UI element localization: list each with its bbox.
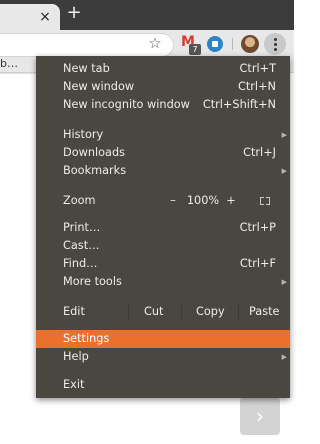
chevron-right-icon: ›	[256, 404, 264, 428]
menu-item-exit[interactable]: Exit	[36, 376, 290, 394]
menu-item-help[interactable]: Help ▶	[36, 348, 290, 366]
menu-item-label: Cast…	[63, 239, 100, 252]
menu-item-shortcut: Ctrl+T	[239, 62, 276, 75]
menu-item-new-tab[interactable]: New tab Ctrl+T	[36, 60, 290, 78]
menu-item-label: Find…	[63, 257, 98, 270]
menu-item-label: History	[63, 128, 104, 141]
tab-strip: × +	[0, 0, 294, 30]
profile-avatar[interactable]	[241, 35, 259, 53]
menu-item-edit: Edit Cut Copy Paste	[36, 303, 290, 321]
paste-button[interactable]: Paste	[249, 303, 280, 321]
menu-item-shortcut: Ctrl+Shift+N	[202, 98, 276, 111]
menu-item-label: New window	[63, 80, 135, 93]
menu-item-shortcut: Ctrl+F	[239, 257, 276, 270]
edit-divider	[128, 303, 129, 321]
menu-item-print[interactable]: Print… Ctrl+P	[36, 219, 290, 237]
menu-item-label: New tab	[63, 62, 110, 75]
menu-item-label: More tools	[63, 275, 122, 288]
page-divider	[0, 73, 40, 74]
menu-item-new-window[interactable]: New window Ctrl+N	[36, 78, 290, 96]
menu-item-find[interactable]: Find… Ctrl+F	[36, 255, 290, 273]
menu-item-new-incognito-window[interactable]: New incognito window Ctrl+Shift+N	[36, 96, 290, 114]
menu-item-shortcut: Ctrl+N	[237, 80, 276, 93]
cut-button[interactable]: Cut	[144, 303, 163, 321]
menu-item-downloads[interactable]: Downloads Ctrl+J	[36, 144, 290, 162]
menu-dot	[274, 48, 277, 51]
menu-item-settings[interactable]: Settings	[36, 330, 290, 348]
menu-item-shortcut: Ctrl+P	[239, 221, 276, 234]
menu-dot	[274, 38, 277, 41]
new-tab-button[interactable]: +	[64, 3, 84, 23]
menu-item-label: New incognito window	[63, 98, 190, 111]
chrome-menu: New tab Ctrl+T New window Ctrl+N New inc…	[36, 56, 290, 398]
menu-item-label: Edit	[63, 305, 85, 318]
menu-item-cast[interactable]: Cast…	[36, 237, 290, 255]
menu-dot	[274, 43, 277, 46]
menu-item-shortcut: Ctrl+J	[243, 146, 276, 159]
edit-divider	[238, 303, 239, 321]
fullscreen-corner	[260, 201, 264, 205]
menu-item-zoom: Zoom – 100% +	[36, 192, 290, 210]
menu-item-label: Help	[63, 350, 89, 363]
submenu-arrow-icon: ▶	[281, 167, 287, 175]
active-tab[interactable]: ×	[0, 4, 60, 30]
submenu-arrow-icon: ▶	[281, 278, 287, 286]
next-button[interactable]: ›	[240, 397, 280, 435]
fullscreen-icon[interactable]	[260, 197, 270, 205]
secure-extension-icon[interactable]	[207, 36, 223, 52]
edit-divider	[181, 303, 182, 321]
bookmark-item[interactable]: b…	[0, 58, 18, 70]
menu-item-more-tools[interactable]: More tools ▶	[36, 273, 290, 291]
star-icon[interactable]: ☆	[146, 34, 164, 52]
submenu-arrow-icon: ▶	[281, 353, 287, 361]
gmail-icon[interactable]: M 7	[179, 34, 201, 55]
fullscreen-corner	[266, 201, 270, 205]
toolbar-divider	[232, 38, 233, 50]
menu-icon[interactable]	[264, 33, 286, 55]
gmail-unread-badge: 7	[189, 44, 201, 55]
menu-item-label: Exit	[63, 378, 85, 391]
toolbar: ☆ M 7	[0, 30, 294, 58]
submenu-arrow-icon: ▶	[281, 131, 287, 139]
menu-item-label: Downloads	[63, 146, 126, 159]
menu-item-label: Print…	[63, 221, 101, 234]
tab-close-icon[interactable]: ×	[38, 9, 52, 25]
menu-item-label: Settings	[63, 332, 110, 345]
zoom-out-button[interactable]: –	[166, 192, 180, 210]
menu-item-label: Zoom	[63, 194, 96, 207]
zoom-in-button[interactable]: +	[224, 192, 238, 210]
menu-item-label: Bookmarks	[63, 164, 127, 177]
zoom-level: 100%	[186, 194, 220, 207]
menu-item-bookmarks[interactable]: Bookmarks ▶	[36, 162, 290, 180]
menu-item-history[interactable]: History ▶	[36, 126, 290, 144]
copy-button[interactable]: Copy	[196, 303, 225, 321]
